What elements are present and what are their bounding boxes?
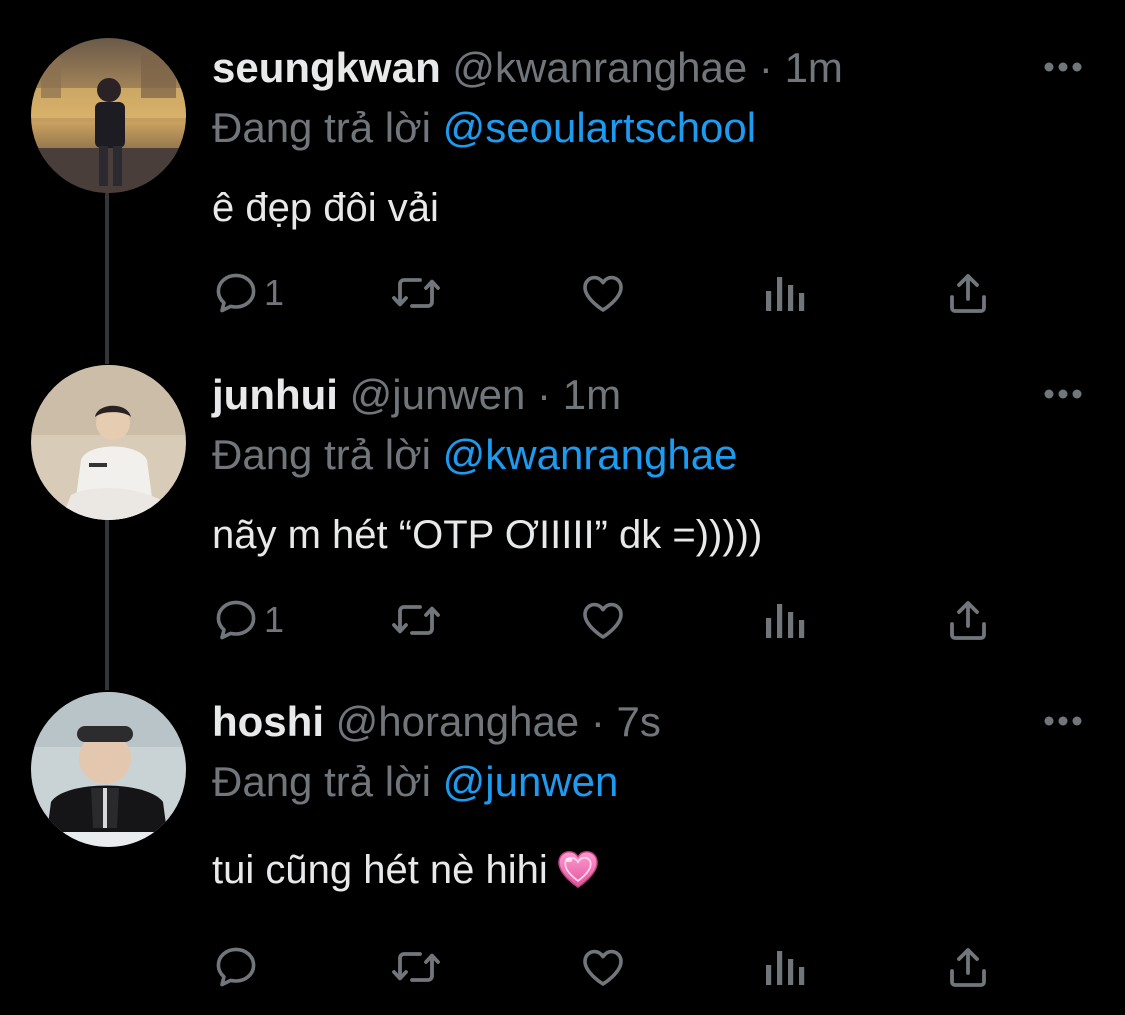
timestamp[interactable]: 7s — [617, 698, 661, 745]
reply-button[interactable]: 1 — [212, 263, 284, 323]
share-upload-icon — [950, 601, 986, 640]
timestamp[interactable]: 1m — [785, 44, 843, 91]
reply-thread: seungkwan @kwanranghae · 1m Đang trả lời… — [0, 0, 1125, 1015]
display-name[interactable]: junhui — [212, 371, 338, 418]
share-upload-icon — [950, 948, 986, 987]
tweet-header: junhui @junwen · 1m — [212, 365, 621, 425]
heart-icon — [583, 602, 623, 639]
retweet-button[interactable] — [390, 937, 442, 997]
like-button[interactable] — [578, 937, 628, 997]
tweet[interactable]: hoshi @horanghae · 7s Đang trả lời @junw… — [0, 692, 1125, 992]
heart-icon — [583, 275, 623, 312]
reply-button[interactable]: 1 — [212, 590, 284, 650]
replying-to-label: Đang trả lời — [212, 758, 431, 805]
retweet-icon — [392, 278, 440, 308]
reply-count: 1 — [264, 272, 285, 313]
views-bar-chart-icon — [766, 951, 805, 985]
avatar-photo-seungkwan — [31, 38, 186, 193]
more-button[interactable] — [1040, 371, 1086, 417]
pink-heart-emoji — [556, 846, 600, 906]
like-button[interactable] — [578, 590, 628, 650]
handle[interactable]: @junwen — [350, 371, 526, 418]
tweet-header: hoshi @horanghae · 7s — [212, 692, 661, 752]
avatar[interactable] — [31, 365, 186, 520]
share-button[interactable] — [944, 263, 992, 323]
retweet-button[interactable] — [390, 590, 442, 650]
views-button[interactable] — [762, 590, 806, 650]
tweet-actions: 1 — [212, 263, 1012, 323]
tweet[interactable]: junhui @junwen · 1m Đang trả lời @kwanra… — [0, 365, 1125, 665]
views-button[interactable] — [762, 937, 806, 997]
handle[interactable]: @kwanranghae — [452, 44, 747, 91]
display-name[interactable]: hoshi — [212, 698, 324, 745]
reply-bubble-icon — [216, 600, 256, 640]
tweet-text-container: tui cũng hét nè hihi — [212, 840, 600, 900]
tweet-text: ê đẹp đôi vải — [212, 186, 439, 230]
reply-bubble-icon — [216, 947, 256, 987]
share-button[interactable] — [944, 937, 992, 997]
replying-to-label: Đang trả lời — [212, 104, 431, 151]
tweet-actions: 1 — [212, 590, 1012, 650]
more-horizontal-icon — [1044, 62, 1082, 72]
reply-mention-link[interactable]: @seoulartschool — [443, 104, 756, 151]
heart-emoji-icon — [557, 850, 598, 889]
like-button[interactable] — [578, 263, 628, 323]
reply-bubble-icon — [216, 273, 256, 313]
retweet-button[interactable] — [390, 263, 442, 323]
replying-to: Đang trả lời @junwen — [212, 754, 618, 810]
views-bar-chart-icon — [766, 277, 805, 311]
separator-dot: · — [590, 698, 605, 745]
views-bar-chart-icon — [766, 604, 805, 638]
handle[interactable]: @horanghae — [336, 698, 580, 745]
avatar[interactable] — [31, 692, 186, 847]
avatar-photo-hoshi — [31, 692, 186, 847]
replying-to-label: Đang trả lời — [212, 431, 431, 478]
reply-mention-link[interactable]: @kwanranghae — [443, 431, 738, 478]
more-button[interactable] — [1040, 44, 1086, 90]
share-upload-icon — [950, 274, 986, 313]
reply-mention-link[interactable]: @junwen — [443, 758, 619, 805]
reply-count: 1 — [264, 599, 285, 640]
replying-to: Đang trả lời @kwanranghae — [212, 427, 737, 483]
separator-dot: · — [758, 44, 773, 91]
avatar[interactable] — [31, 38, 186, 193]
retweet-icon — [392, 952, 440, 982]
avatar-photo-junhui — [31, 365, 186, 520]
timestamp[interactable]: 1m — [563, 371, 621, 418]
display-name[interactable]: seungkwan — [212, 44, 441, 91]
reply-button[interactable] — [212, 937, 264, 997]
more-horizontal-icon — [1044, 389, 1082, 399]
replying-to: Đang trả lời @seoulartschool — [212, 100, 756, 156]
more-button[interactable] — [1040, 698, 1086, 744]
tweet-text: tui cũng hét nè hihi — [212, 848, 548, 892]
heart-icon — [583, 949, 623, 986]
separator-dot: · — [537, 371, 552, 418]
tweet-actions — [212, 937, 1012, 997]
tweet[interactable]: seungkwan @kwanranghae · 1m Đang trả lời… — [0, 38, 1125, 338]
share-button[interactable] — [944, 590, 992, 650]
tweet-header: seungkwan @kwanranghae · 1m — [212, 38, 843, 98]
tweet-text: nãy m hét “OTP ƠIIIII” dk =))))) — [212, 513, 763, 557]
more-horizontal-icon — [1044, 716, 1082, 726]
retweet-icon — [392, 605, 440, 635]
views-button[interactable] — [762, 263, 806, 323]
